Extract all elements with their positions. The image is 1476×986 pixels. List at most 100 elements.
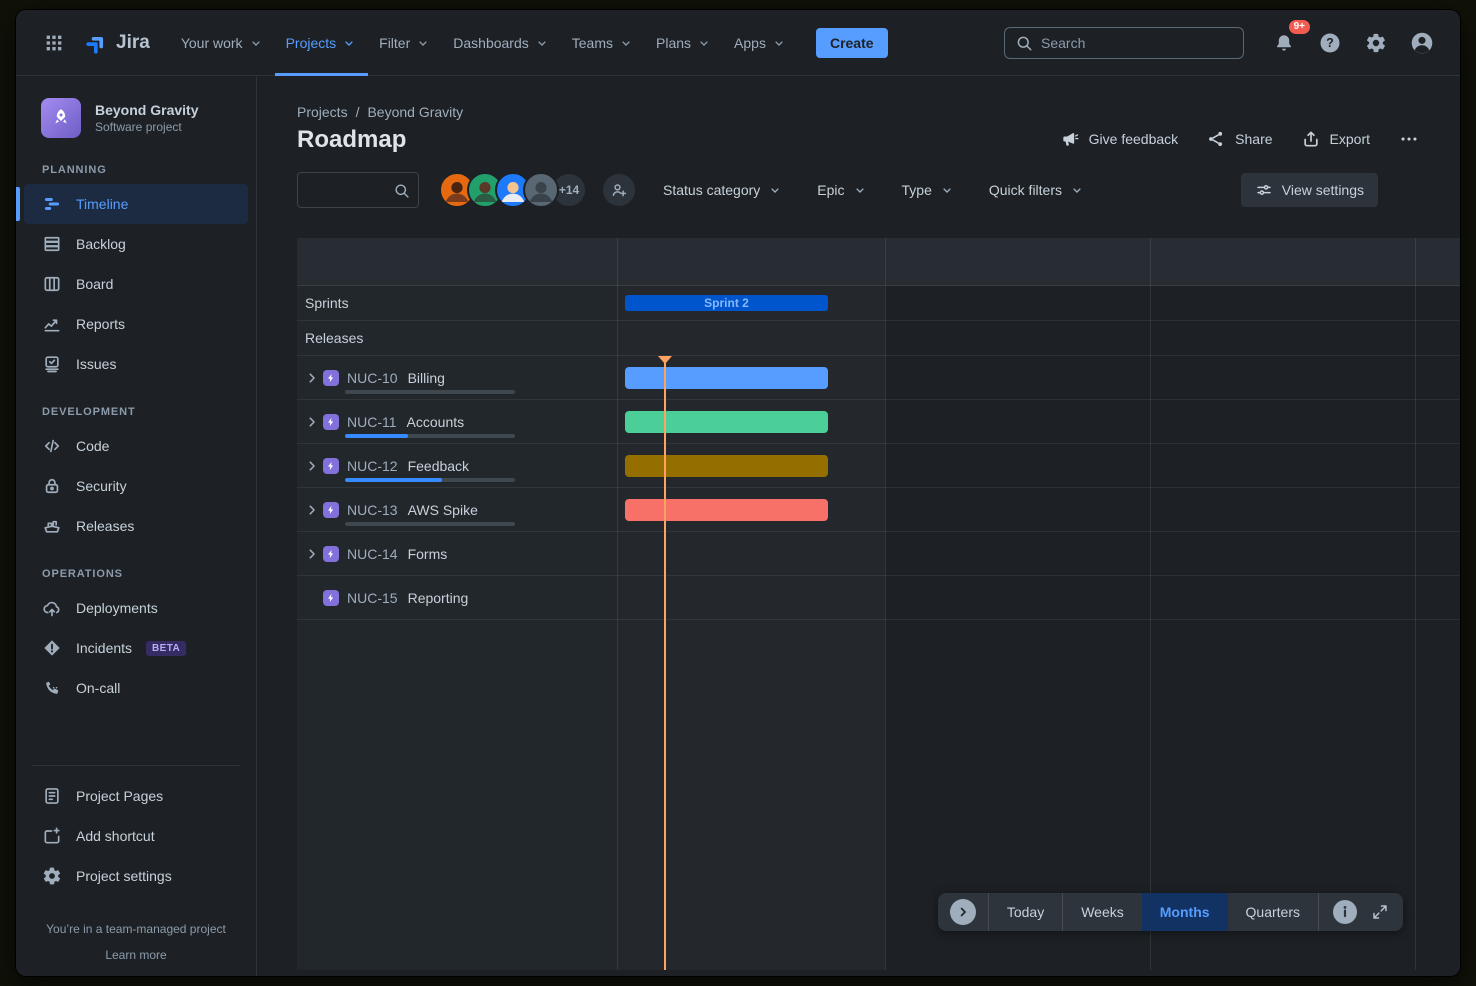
- timeline-search[interactable]: [297, 172, 419, 208]
- export-button[interactable]: Export: [1301, 129, 1370, 149]
- share-button[interactable]: Share: [1206, 129, 1272, 149]
- expand-chevron-icon[interactable]: [305, 371, 319, 385]
- expand-chevron-icon[interactable]: [305, 503, 319, 517]
- type-dropdown[interactable]: Type: [892, 174, 965, 206]
- avatar[interactable]: [523, 172, 559, 208]
- months-button[interactable]: Months: [1142, 893, 1228, 931]
- reports-icon: [42, 314, 62, 334]
- fullscreen-expand-icon[interactable]: [1363, 903, 1403, 921]
- issues-icon: [42, 354, 62, 374]
- expand-chevron-icon[interactable]: [305, 547, 319, 561]
- app-switcher-icon[interactable]: [38, 27, 70, 59]
- nav-item-projects[interactable]: Projects: [275, 10, 369, 76]
- sidebar-item-label: Deployments: [76, 600, 158, 616]
- collapse-panel-chevron-icon[interactable]: [950, 899, 976, 925]
- epic-bar-feedback[interactable]: [625, 455, 828, 477]
- epic-row[interactable]: NUC-15 Reporting: [297, 576, 1460, 620]
- create-button[interactable]: Create: [816, 28, 888, 58]
- info-icon[interactable]: [1333, 900, 1357, 924]
- epic-bar-aws-spike[interactable]: [625, 499, 828, 521]
- add-person-icon[interactable]: [603, 174, 635, 206]
- sidebar-item-backlog[interactable]: Backlog: [24, 224, 248, 264]
- expand-chevron-icon[interactable]: [305, 459, 319, 473]
- sidebar-item-add-shortcut[interactable]: Add shortcut: [24, 816, 248, 856]
- sidebar-item-project-settings[interactable]: Project settings: [24, 856, 248, 896]
- backlog-icon: [42, 234, 62, 254]
- sidebar-item-label: Add shortcut: [76, 828, 155, 844]
- give-feedback-button[interactable]: Give feedback: [1060, 129, 1179, 149]
- epic-name: AWS Spike: [408, 502, 478, 518]
- sidebar-item-security[interactable]: Security: [24, 466, 248, 506]
- sidebar-item-on-call[interactable]: On-call: [24, 668, 248, 708]
- releases-row-label: Releases: [305, 330, 363, 346]
- jira-logo[interactable]: Jira: [84, 30, 150, 56]
- learn-more-link[interactable]: Learn more: [105, 948, 166, 962]
- epic-row[interactable]: NUC-11 Accounts: [297, 400, 1460, 444]
- nav-item-teams[interactable]: Teams: [561, 10, 645, 76]
- list-grid-divider: [617, 238, 618, 970]
- sprints-row: Sprints: [297, 286, 1460, 321]
- breadcrumb-project-link[interactable]: Beyond Gravity: [367, 104, 463, 120]
- epic-bar-accounts[interactable]: [625, 411, 828, 433]
- assignee-avatars: +14: [439, 172, 587, 208]
- project-avatar-rocket-icon: [41, 98, 81, 138]
- notifications-bell-icon[interactable]: 9+: [1268, 27, 1300, 59]
- sidebar-item-board[interactable]: Board: [24, 264, 248, 304]
- sidebar-item-label: On-call: [76, 680, 120, 696]
- epic-dropdown[interactable]: Epic: [807, 174, 877, 206]
- sidebar-item-issues[interactable]: Issues: [24, 344, 248, 384]
- sprint-bar[interactable]: Sprint 2: [625, 295, 828, 311]
- sidebar-item-label: Reports: [76, 316, 125, 332]
- more-actions-icon[interactable]: [1398, 128, 1420, 150]
- nav-item-plans[interactable]: Plans: [645, 10, 723, 76]
- breadcrumb-projects-link[interactable]: Projects: [297, 104, 348, 120]
- gear-icon: [42, 866, 62, 886]
- epic-row[interactable]: NUC-10 Billing: [297, 356, 1460, 400]
- today-button[interactable]: Today: [989, 893, 1062, 931]
- quick-filters-dropdown[interactable]: Quick filters: [979, 174, 1095, 206]
- help-icon[interactable]: ?: [1314, 27, 1346, 59]
- status-category-dropdown[interactable]: Status category: [653, 174, 793, 206]
- project-sidebar: Beyond Gravity Software project PLANNING…: [16, 76, 257, 976]
- today-marker-line: [664, 356, 666, 970]
- sidebar-divider: [32, 765, 240, 766]
- global-search-input[interactable]: [1041, 35, 1233, 51]
- sidebar-item-reports[interactable]: Reports: [24, 304, 248, 344]
- sidebar-item-label: Project settings: [76, 868, 172, 884]
- page-icon: [42, 786, 62, 806]
- sidebar-item-releases[interactable]: Releases: [24, 506, 248, 546]
- epic-bar-billing[interactable]: [625, 367, 828, 389]
- nav-item-your-work[interactable]: Your work: [170, 10, 275, 76]
- epic-row[interactable]: NUC-12 Feedback: [297, 444, 1460, 488]
- epic-row[interactable]: NUC-14 Forms: [297, 532, 1460, 576]
- view-settings-button[interactable]: View settings: [1241, 173, 1378, 207]
- epic-progress-track: [345, 478, 515, 482]
- global-search[interactable]: [1004, 27, 1244, 59]
- weeks-button[interactable]: Weeks: [1063, 893, 1142, 931]
- sidebar-item-project-pages[interactable]: Project Pages: [24, 776, 248, 816]
- notification-badge: 9+: [1289, 20, 1310, 34]
- section-title-development: DEVELOPMENT: [16, 384, 256, 426]
- sprints-row-label: Sprints: [305, 295, 349, 311]
- breadcrumb: Projects / Beyond Gravity: [257, 76, 1460, 120]
- nav-item-apps[interactable]: Apps: [723, 10, 798, 76]
- cloud-upload-icon: [42, 598, 62, 618]
- nav-item-dashboards[interactable]: Dashboards: [442, 10, 561, 76]
- nav-item-filter[interactable]: Filter: [368, 10, 442, 76]
- expand-chevron-icon[interactable]: [305, 415, 319, 429]
- sidebar-item-code[interactable]: Code: [24, 426, 248, 466]
- project-type: Software project: [95, 120, 198, 134]
- sidebar-item-label: Releases: [76, 518, 134, 534]
- user-avatar[interactable]: [1406, 27, 1438, 59]
- incident-diamond-icon: [42, 638, 62, 658]
- quarters-button[interactable]: Quarters: [1228, 893, 1318, 931]
- epic-icon: [323, 458, 339, 474]
- jira-logo-icon: [84, 30, 110, 56]
- settings-gear-icon[interactable]: [1360, 27, 1392, 59]
- timeline-search-input[interactable]: [306, 182, 393, 198]
- sidebar-item-timeline[interactable]: Timeline: [24, 184, 248, 224]
- sidebar-item-incidents[interactable]: Incidents BETA: [24, 628, 248, 668]
- sidebar-item-deployments[interactable]: Deployments: [24, 588, 248, 628]
- epic-row[interactable]: NUC-13 AWS Spike: [297, 488, 1460, 532]
- gridline-apr-end: [1415, 238, 1416, 970]
